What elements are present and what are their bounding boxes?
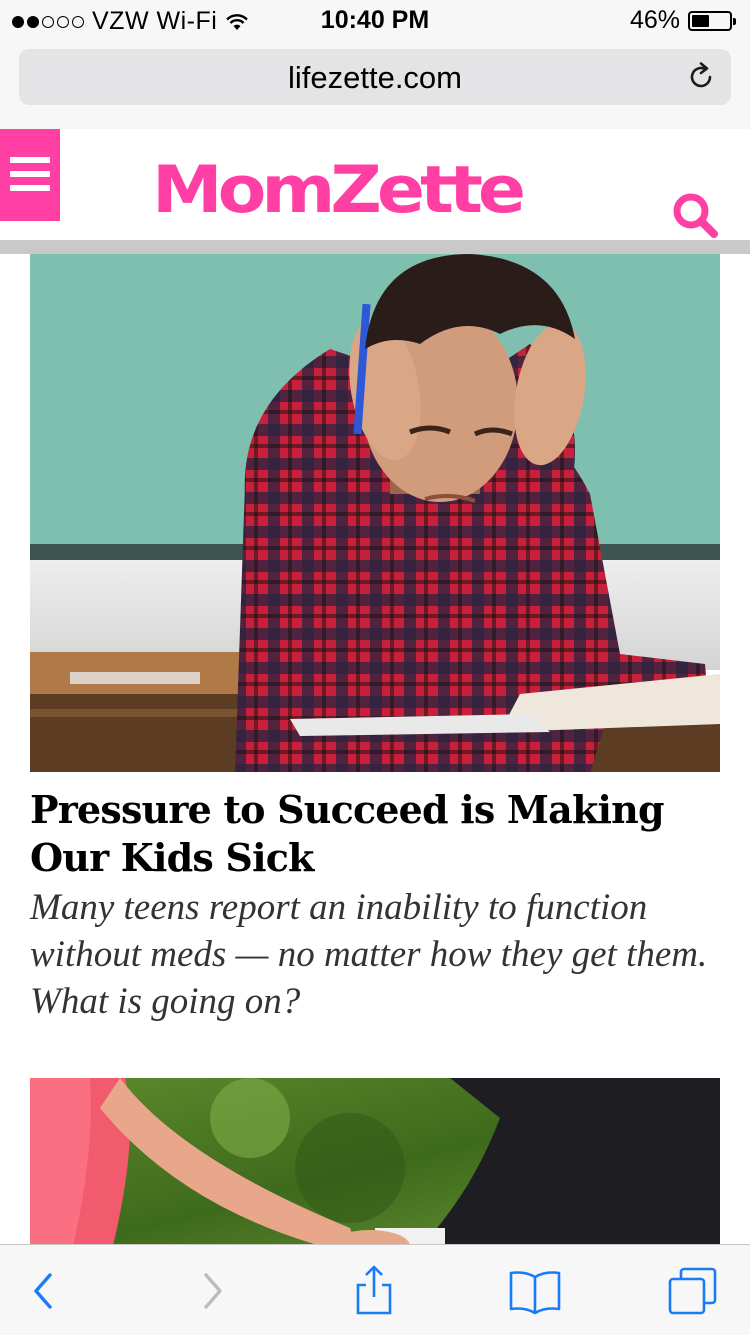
reload-icon[interactable] [685, 61, 717, 93]
browser-address-area: lifezette.com [0, 40, 750, 130]
battery-fill [692, 14, 709, 27]
forward-chevron-icon[interactable] [184, 1263, 240, 1319]
article-image[interactable] [30, 254, 720, 772]
browser-toolbar [0, 1244, 750, 1335]
menu-bar [10, 171, 50, 177]
back-chevron-icon[interactable] [16, 1263, 72, 1319]
battery-percent: 46% [629, 6, 680, 34]
url-text: lifezette.com [287, 60, 462, 95]
tabs-icon[interactable] [665, 1263, 721, 1319]
menu-bar [10, 157, 50, 163]
status-bar: VZW Wi-Fi 10:40 PM 46% [0, 0, 750, 40]
article-image[interactable] [30, 1078, 720, 1244]
address-bar[interactable]: lifezette.com [19, 49, 731, 105]
article-feed: Pressure to Succeed is Making Our Kids S… [0, 254, 750, 1244]
article-headline[interactable]: Pressure to Succeed is Making Our Kids S… [30, 786, 720, 882]
site-logo[interactable]: MomZette [152, 157, 526, 222]
status-right: 46% [629, 6, 736, 35]
header-divider [0, 240, 750, 254]
bookmarks-icon[interactable] [507, 1263, 563, 1319]
search-icon[interactable] [670, 191, 722, 243]
menu-bar [10, 185, 50, 191]
hamburger-menu-icon[interactable] [0, 129, 60, 221]
share-icon[interactable] [346, 1263, 402, 1319]
site-header: MomZette [0, 129, 750, 241]
battery-icon [688, 10, 736, 31]
article-dek: Many teens report an inability to functi… [30, 887, 708, 1022]
